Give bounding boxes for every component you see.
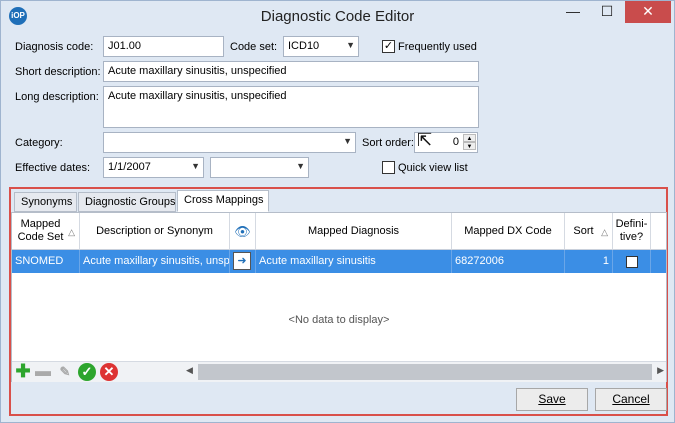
column-header-definitive[interactable]: Defini-tive? <box>613 213 651 250</box>
sort-icon: △ <box>68 227 75 237</box>
minimize-button[interactable]: — <box>559 1 587 23</box>
close-button[interactable]: ✕ <box>625 1 671 23</box>
remove-icon[interactable]: ▬ <box>34 363 52 381</box>
add-icon[interactable]: ✚ <box>14 362 32 381</box>
table-row[interactable]: SNOMED Acute maxillary sinusitis, unspec… <box>12 250 666 273</box>
chevron-down-icon: ▼ <box>343 136 352 146</box>
effective-start-date-select[interactable]: 1/1/2007 ▼ <box>103 157 204 178</box>
short-description-field[interactable]: Acute maxillary sinusitis, unspecified <box>103 61 479 82</box>
eye-arrow-icon: 👁 <box>234 223 251 239</box>
long-description-field[interactable]: Acute maxillary sinusitis, unspecified <box>103 86 479 128</box>
chevron-down-icon: ▼ <box>296 161 305 171</box>
column-header-mapped-dx-code[interactable]: Mapped DX Code <box>452 213 565 250</box>
sort-order-label: Sort order: <box>362 137 414 149</box>
chevron-down-icon: ▼ <box>191 161 200 171</box>
maximize-button[interactable]: ☐ <box>593 1 621 23</box>
column-header-mapped-code-set[interactable]: Mapped Code Set △ <box>12 213 80 250</box>
sort-icon: △ <box>601 227 608 237</box>
horizontal-scrollbar[interactable]: ◀ ▶ <box>184 362 666 382</box>
short-description-label: Short description: <box>15 66 101 78</box>
column-header-sort[interactable]: Sort △ <box>565 213 613 250</box>
tab-diagnostic-groups[interactable]: Diagnostic Groups <box>78 192 176 212</box>
cell-description[interactable]: Acute maxillary sinusitis, unspecified <box>80 250 230 273</box>
column-header-spacer <box>651 213 666 250</box>
tab-cross-mappings[interactable]: Cross Mappings <box>177 190 269 212</box>
quick-view-checkbox[interactable] <box>382 161 395 174</box>
grid-toolbar: ✚ ▬ ✎ ✓ ✕ ◀ ▶ <box>12 361 666 382</box>
cell-mapped-diagnosis[interactable]: Acute maxillary sinusitis <box>256 250 452 273</box>
cell-view-button[interactable]: ➜ <box>230 250 256 273</box>
chevron-down-icon: ▼ <box>346 40 355 50</box>
definitive-checkbox[interactable] <box>625 256 638 268</box>
effective-end-date-select[interactable]: ▼ <box>210 157 309 178</box>
frequently-used-label: Frequently used <box>398 41 477 53</box>
cross-mappings-grid: Mapped Code Set △ Description or Synonym… <box>11 212 667 382</box>
diagnosis-code-field[interactable]: J01.00 <box>103 36 224 57</box>
code-set-select[interactable]: ICD10 ▼ <box>283 36 359 57</box>
spin-up-icon[interactable]: ▲ <box>463 134 476 142</box>
cell-sort[interactable]: 1 <box>565 250 613 273</box>
no-data-message: <No data to display> <box>288 314 390 326</box>
effective-dates-label: Effective dates: <box>15 162 91 174</box>
column-header-view-icon[interactable]: 👁 <box>230 213 256 250</box>
cell-mapped-code-set[interactable]: SNOMED <box>12 250 80 273</box>
sort-order-value: 0 <box>452 136 459 148</box>
cancel-icon[interactable]: ✕ <box>100 363 118 381</box>
category-select[interactable]: ▼ <box>103 132 356 153</box>
column-header-mapped-diagnosis[interactable]: Mapped Diagnosis <box>256 213 452 250</box>
code-set-label: Code set: <box>230 41 278 53</box>
mouse-cursor-icon: ⇱ <box>417 130 433 150</box>
accept-icon[interactable]: ✓ <box>78 363 96 381</box>
column-label: Sort <box>573 224 594 237</box>
dialog-window: iOP Diagnostic Code Editor — ☐ ✕ Diagnos… <box>0 0 675 423</box>
cell-definitive[interactable] <box>613 250 651 273</box>
diagnosis-code-label: Diagnosis code: <box>15 41 94 53</box>
code-set-value: ICD10 <box>288 40 320 52</box>
frequently-used-checkbox[interactable]: ✓ <box>382 40 395 53</box>
tab-synonyms[interactable]: Synonyms <box>14 192 77 212</box>
cancel-button[interactable]: Cancel <box>595 388 667 411</box>
column-header-description[interactable]: Description or Synonym <box>80 213 230 250</box>
scroll-left-icon[interactable]: ◀ <box>186 365 193 376</box>
category-label: Category: <box>15 137 63 149</box>
cell-mapped-dx-code[interactable]: 68272006 <box>452 250 565 273</box>
save-button[interactable]: Save <box>516 388 588 411</box>
long-description-label: Long description: <box>15 91 99 103</box>
title-bar: iOP Diagnostic Code Editor — ☐ ✕ <box>1 1 674 31</box>
scrollbar-thumb[interactable] <box>198 364 652 380</box>
effective-start-value: 1/1/2007 <box>108 161 151 173</box>
quick-view-label: Quick view list <box>398 162 468 174</box>
scroll-right-icon[interactable]: ▶ <box>657 365 664 376</box>
eye-arrow-icon[interactable]: ➜ <box>233 252 251 270</box>
edit-icon[interactable]: ✎ <box>56 363 74 381</box>
spinner-buttons[interactable]: ▲ ▼ <box>463 134 476 151</box>
spin-down-icon[interactable]: ▼ <box>463 142 476 150</box>
